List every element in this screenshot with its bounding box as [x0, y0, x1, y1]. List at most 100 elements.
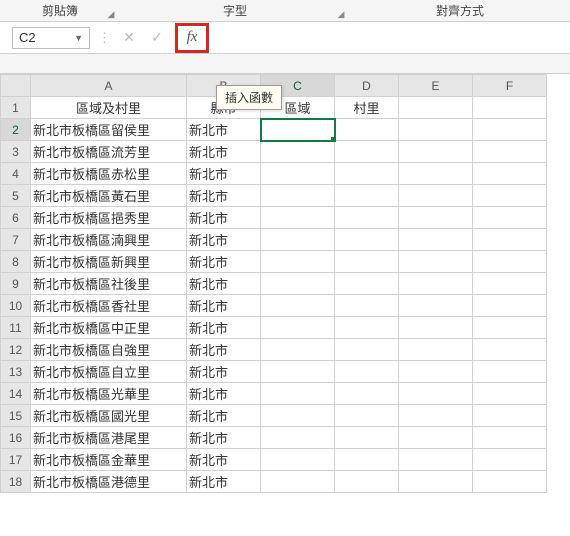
cell[interactable] [473, 229, 547, 251]
row-header[interactable]: 16 [1, 427, 31, 449]
cell[interactable] [399, 317, 473, 339]
cell[interactable] [335, 185, 399, 207]
row-header[interactable]: 18 [1, 471, 31, 493]
cell[interactable] [261, 163, 335, 185]
cell[interactable] [473, 163, 547, 185]
cell[interactable] [399, 449, 473, 471]
row-header[interactable]: 10 [1, 295, 31, 317]
cell[interactable] [261, 449, 335, 471]
cell[interactable]: 新北市板橋區社後里 [31, 273, 187, 295]
cell[interactable] [473, 185, 547, 207]
row-header[interactable]: 6 [1, 207, 31, 229]
cell[interactable]: 新北市 [187, 207, 261, 229]
cell[interactable]: 新北市 [187, 273, 261, 295]
cell[interactable]: 新北市 [187, 383, 261, 405]
cell[interactable] [399, 163, 473, 185]
cell[interactable]: 新北市板橋區挹秀里 [31, 207, 187, 229]
row-header[interactable]: 4 [1, 163, 31, 185]
row-header[interactable]: 7 [1, 229, 31, 251]
cell[interactable]: 新北市 [187, 427, 261, 449]
col-header-D[interactable]: D [335, 75, 399, 97]
cell[interactable] [473, 405, 547, 427]
cell[interactable] [473, 141, 547, 163]
cell[interactable] [473, 361, 547, 383]
col-header-E[interactable]: E [399, 75, 473, 97]
ribbon-group-font[interactable]: 字型 ◢ [120, 0, 350, 21]
cell[interactable] [261, 427, 335, 449]
cell[interactable]: 新北市 [187, 449, 261, 471]
cell[interactable] [335, 383, 399, 405]
cell[interactable] [399, 251, 473, 273]
cell[interactable]: 新北市 [187, 339, 261, 361]
cell[interactable] [473, 383, 547, 405]
cell[interactable]: 新北市 [187, 163, 261, 185]
cell[interactable]: 新北市 [187, 471, 261, 493]
cell[interactable] [399, 119, 473, 141]
cell[interactable] [473, 427, 547, 449]
enter-icon[interactable]: ✓ [147, 29, 167, 46]
cell[interactable] [261, 207, 335, 229]
cell[interactable] [399, 361, 473, 383]
cell[interactable] [335, 163, 399, 185]
cell[interactable] [399, 295, 473, 317]
cell[interactable] [473, 207, 547, 229]
cell[interactable] [399, 427, 473, 449]
cell[interactable] [335, 361, 399, 383]
cell[interactable]: 新北市 [187, 141, 261, 163]
select-all-corner[interactable] [1, 75, 31, 97]
dropdown-icon[interactable]: ▼ [74, 33, 83, 43]
col-header-F[interactable]: F [473, 75, 547, 97]
cell[interactable] [261, 185, 335, 207]
cell[interactable]: 新北市 [187, 317, 261, 339]
insert-function-button[interactable]: fx [175, 23, 209, 53]
cell[interactable]: 新北市 [187, 405, 261, 427]
cell[interactable] [473, 97, 547, 119]
cell[interactable] [399, 141, 473, 163]
cell[interactable] [399, 339, 473, 361]
cell[interactable] [261, 273, 335, 295]
cell[interactable] [473, 295, 547, 317]
cell[interactable] [335, 141, 399, 163]
row-header[interactable]: 3 [1, 141, 31, 163]
cell[interactable] [473, 449, 547, 471]
cell[interactable] [335, 229, 399, 251]
dialog-launcher-icon[interactable]: ◢ [336, 9, 346, 19]
cell[interactable]: 新北市板橋區國光里 [31, 405, 187, 427]
cell[interactable]: 新北市 [187, 119, 261, 141]
row-header[interactable]: 1 [1, 97, 31, 119]
cell[interactable] [399, 207, 473, 229]
cell[interactable] [399, 383, 473, 405]
dialog-launcher-icon[interactable]: ◢ [106, 9, 116, 19]
cell[interactable] [399, 405, 473, 427]
spreadsheet-grid[interactable]: A B C D E F 1 區域及村里 縣市 區域 村里 2 新北市板橋區留侯里… [0, 74, 570, 493]
cell[interactable] [335, 405, 399, 427]
cell[interactable] [261, 295, 335, 317]
cell[interactable] [399, 471, 473, 493]
cell[interactable] [473, 119, 547, 141]
cell[interactable]: 新北市板橋區留侯里 [31, 119, 187, 141]
cell[interactable] [473, 339, 547, 361]
cell[interactable]: 新北市 [187, 295, 261, 317]
cell[interactable]: 新北市 [187, 229, 261, 251]
cell[interactable] [335, 427, 399, 449]
cell[interactable]: 村里 [335, 97, 399, 119]
cell[interactable]: 新北市板橋區湳興里 [31, 229, 187, 251]
cell[interactable]: 新北市 [187, 361, 261, 383]
cell[interactable] [261, 471, 335, 493]
col-header-A[interactable]: A [31, 75, 187, 97]
cell[interactable] [261, 405, 335, 427]
cancel-icon[interactable]: ✕ [119, 29, 139, 46]
cell[interactable]: 新北市板橋區港德里 [31, 471, 187, 493]
active-cell[interactable] [261, 119, 335, 141]
row-header[interactable]: 13 [1, 361, 31, 383]
ribbon-group-clipboard[interactable]: 剪貼簿 ◢ [0, 0, 120, 21]
cell[interactable] [335, 339, 399, 361]
cell[interactable]: 新北市板橋區金華里 [31, 449, 187, 471]
cell[interactable] [399, 273, 473, 295]
row-header[interactable]: 12 [1, 339, 31, 361]
cell[interactable] [261, 251, 335, 273]
cell[interactable] [335, 317, 399, 339]
cell[interactable] [335, 273, 399, 295]
cell[interactable]: 新北市板橋區自立里 [31, 361, 187, 383]
cell[interactable] [335, 207, 399, 229]
